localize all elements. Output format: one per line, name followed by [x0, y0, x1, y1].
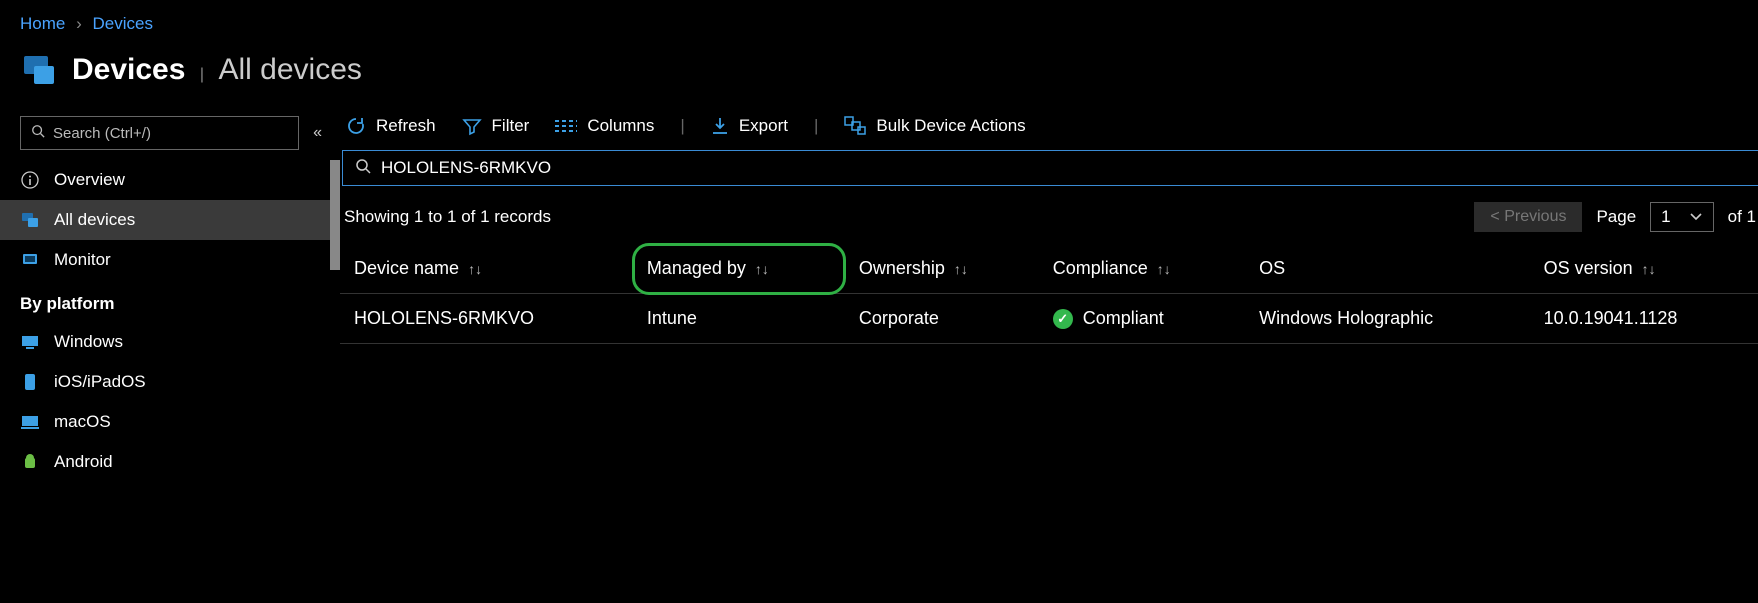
info-icon [20, 170, 40, 190]
toolbar-separator: | [680, 116, 684, 136]
chevron-right-icon: › [76, 14, 82, 33]
sidebar-item-label: Monitor [54, 250, 111, 270]
sidebar-item-windows[interactable]: Windows [0, 322, 340, 362]
sidebar-item-overview[interactable]: Overview [0, 160, 340, 200]
sidebar-item-macos[interactable]: macOS [0, 402, 340, 442]
sidebar-item-android[interactable]: Android [0, 442, 340, 482]
col-os-version[interactable]: OS version ↑↓ [1530, 244, 1758, 294]
page-select[interactable]: 1 [1650, 202, 1713, 232]
android-icon [20, 452, 40, 472]
sort-icon: ↑↓ [954, 261, 968, 277]
sort-icon: ↑↓ [468, 261, 482, 277]
sort-icon: ↑↓ [1642, 261, 1656, 277]
col-compliance[interactable]: Compliance ↑↓ [1039, 244, 1245, 294]
table-row[interactable]: HOLOLENS-6RMKVO Intune Corporate ✓ Compl… [340, 294, 1758, 344]
sidebar-item-label: All devices [54, 210, 135, 230]
devices-small-icon [20, 210, 40, 230]
cell-os-version: 10.0.19041.1128 [1530, 294, 1758, 344]
page-title: Devices | All devices [72, 53, 362, 87]
sidebar-item-ios[interactable]: iOS/iPadOS [0, 362, 340, 402]
check-icon: ✓ [1053, 309, 1073, 329]
sidebar-item-label: macOS [54, 412, 111, 432]
monitor-icon [20, 250, 40, 270]
page-title-row: Devices | All devices [0, 44, 1758, 108]
cell-managed-by: Intune [633, 294, 845, 344]
col-device-name[interactable]: Device name ↑↓ [340, 244, 633, 294]
devices-icon [20, 50, 60, 90]
columns-button[interactable]: Columns [555, 116, 654, 136]
toolbar-label: Filter [492, 116, 530, 136]
sidebar-item-label: Overview [54, 170, 125, 190]
columns-icon [555, 118, 577, 134]
sidebar-item-label: Android [54, 452, 113, 472]
breadcrumb-home[interactable]: Home [20, 14, 65, 33]
toolbar: Refresh Filter Columns | Export [340, 116, 1758, 150]
collapse-sidebar-button[interactable]: « [309, 120, 326, 146]
toolbar-label: Columns [587, 116, 654, 136]
toolbar-separator: | [814, 116, 818, 136]
filter-button[interactable]: Filter [462, 116, 530, 136]
refresh-button[interactable]: Refresh [346, 116, 436, 136]
macos-icon [20, 412, 40, 432]
sidebar-heading-platform: By platform [0, 280, 340, 322]
chevron-down-icon [1689, 207, 1703, 227]
scrollbar-thumb[interactable] [330, 160, 340, 270]
sidebar-item-monitor[interactable]: Monitor [0, 240, 340, 280]
filter-input-value: HOLOLENS-6RMKVO [381, 158, 551, 178]
col-managed-by[interactable]: Managed by ↑↓ [633, 244, 845, 294]
sidebar-item-label: Windows [54, 332, 123, 352]
devices-table: Device name ↑↓ Managed by ↑↓ Ownership ↑… [340, 244, 1758, 344]
page-title-sub: All devices [219, 53, 362, 86]
sidebar: Search (Ctrl+/) « Overview All devices [0, 108, 340, 482]
sort-icon: ↑↓ [755, 261, 769, 277]
sidebar-item-label: iOS/iPadOS [54, 372, 146, 392]
page-value: 1 [1661, 207, 1670, 227]
of-text: of 1 [1728, 207, 1756, 227]
filter-input[interactable]: HOLOLENS-6RMKVO [342, 150, 1758, 186]
export-button[interactable]: Export [711, 116, 788, 136]
ios-icon [20, 372, 40, 392]
toolbar-label: Refresh [376, 116, 436, 136]
cell-compliance: ✓ Compliant [1039, 294, 1245, 344]
toolbar-label: Bulk Device Actions [876, 116, 1025, 136]
page-title-main: Devices [72, 53, 185, 86]
breadcrumb: Home › Devices [0, 0, 1758, 44]
sidebar-search-input[interactable]: Search (Ctrl+/) [20, 116, 299, 150]
col-os[interactable]: OS [1245, 244, 1530, 294]
sidebar-search-placeholder: Search (Ctrl+/) [53, 125, 151, 142]
page-label: Page [1596, 207, 1636, 227]
search-icon [31, 124, 45, 142]
col-ownership[interactable]: Ownership ↑↓ [845, 244, 1039, 294]
sort-icon: ↑↓ [1157, 261, 1171, 277]
cell-device-name: HOLOLENS-6RMKVO [340, 294, 633, 344]
title-separator: | [200, 66, 204, 83]
refresh-icon [346, 116, 366, 136]
pager: < Previous Page 1 of 1 [1474, 202, 1758, 232]
windows-icon [20, 332, 40, 352]
breadcrumb-devices[interactable]: Devices [93, 14, 153, 33]
previous-button[interactable]: < Previous [1474, 202, 1582, 232]
toolbar-label: Export [739, 116, 788, 136]
cell-os: Windows Holographic [1245, 294, 1530, 344]
filter-icon [462, 116, 482, 136]
records-text: Showing 1 to 1 of 1 records [344, 207, 551, 227]
bulk-icon [844, 116, 866, 136]
sidebar-item-all-devices[interactable]: All devices [0, 200, 340, 240]
export-icon [711, 116, 729, 136]
main-content: Refresh Filter Columns | Export [340, 108, 1758, 482]
bulk-actions-button[interactable]: Bulk Device Actions [844, 116, 1025, 136]
search-icon [355, 158, 371, 179]
cell-ownership: Corporate [845, 294, 1039, 344]
